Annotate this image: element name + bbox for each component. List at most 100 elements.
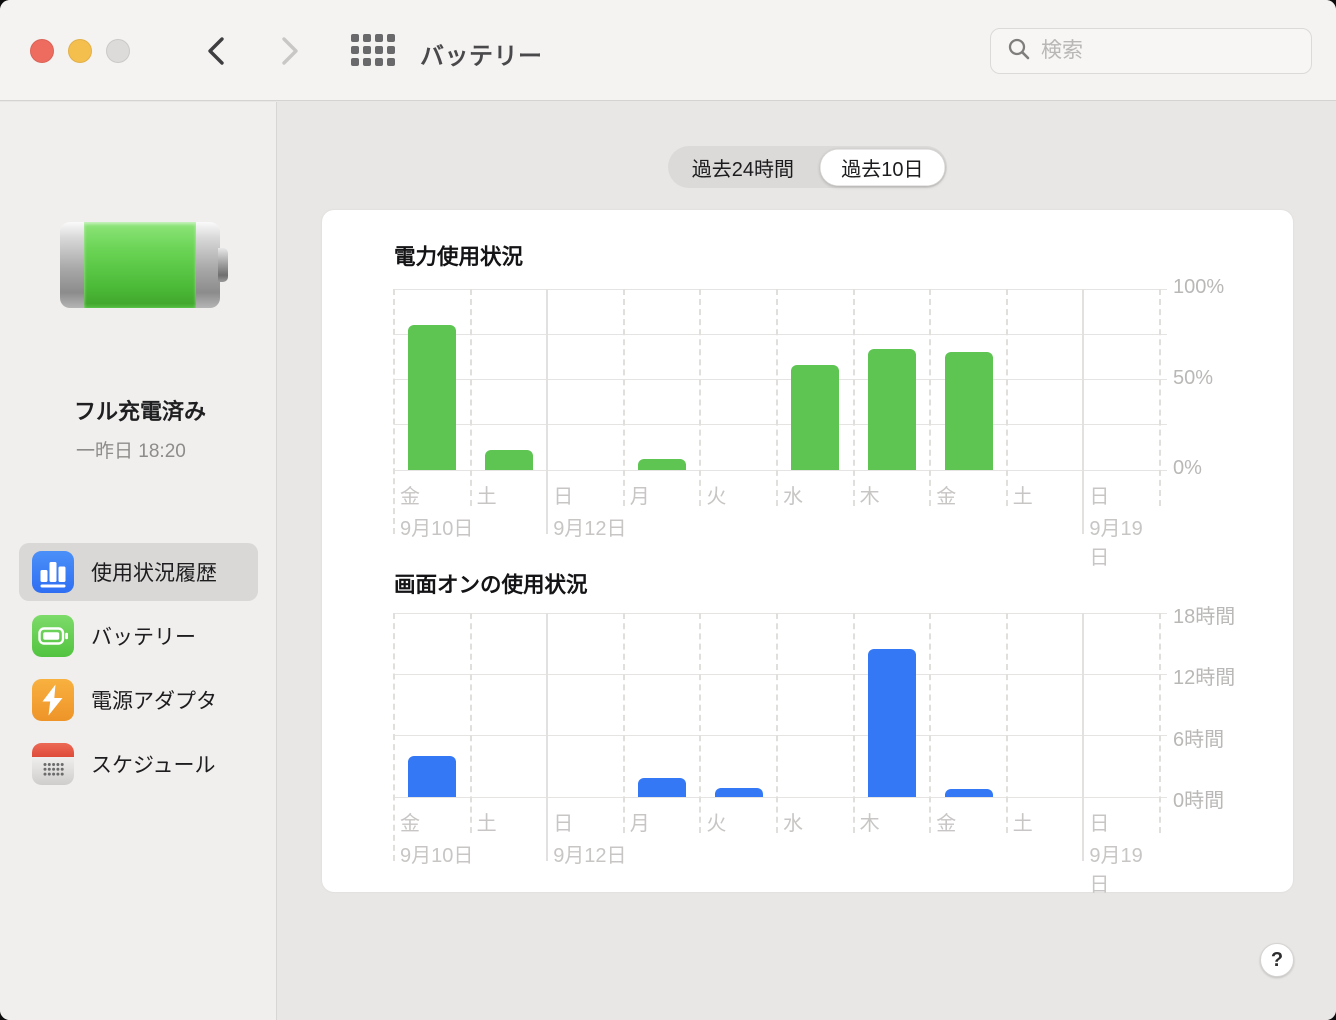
schedule-icon bbox=[32, 743, 74, 785]
v-gridline bbox=[929, 613, 931, 833]
app-grid-icon bbox=[351, 54, 395, 69]
sidebar-item-label: 電源アダプタ bbox=[91, 685, 217, 715]
bar bbox=[638, 459, 686, 470]
toolbar: バッテリー bbox=[0, 0, 1336, 101]
bar bbox=[868, 349, 916, 470]
v-gridline bbox=[393, 613, 395, 861]
sidebar-item-schedule[interactable]: スケジュール bbox=[19, 735, 258, 793]
x-axis-date-label: 9月19日 bbox=[1089, 512, 1160, 570]
main-content: 過去24時間 過去10日 電力使用状況 金土日月火水木金土日9月10日9月12日… bbox=[278, 102, 1336, 1020]
v-gridline bbox=[929, 289, 931, 506]
x-axis-label: 火 bbox=[706, 807, 726, 836]
v-gridline bbox=[546, 289, 548, 534]
v-gridline bbox=[699, 289, 701, 506]
h-gridline bbox=[394, 424, 1167, 425]
x-axis-label: 金 bbox=[400, 480, 420, 509]
search-field[interactable] bbox=[990, 28, 1312, 74]
screen-on-usage-chart-title: 画面オンの使用状況 bbox=[394, 568, 588, 599]
usage-history-icon bbox=[32, 551, 74, 593]
x-axis-date-label: 9月12日 bbox=[553, 839, 626, 868]
forward-button[interactable] bbox=[274, 35, 306, 67]
sidebar: フル充電済み 一昨日 18:20 使用状況履歴 bbox=[0, 102, 277, 1020]
h-gridline bbox=[394, 289, 1167, 290]
sidebar-item-label: バッテリー bbox=[91, 621, 196, 651]
y-axis-label: 0% bbox=[1173, 457, 1283, 480]
h-gridline bbox=[394, 797, 1167, 798]
v-gridline bbox=[623, 613, 625, 833]
v-gridline bbox=[1006, 613, 1008, 833]
sidebar-item-label: スケジュール bbox=[91, 749, 216, 779]
v-gridline bbox=[853, 613, 855, 833]
x-axis-label: 土 bbox=[1013, 480, 1033, 509]
x-axis-date-label: 9月12日 bbox=[553, 512, 626, 541]
sidebar-menu: 使用状況履歴 バッテリー bbox=[19, 543, 258, 799]
bar bbox=[868, 649, 916, 797]
x-axis-label: 土 bbox=[1013, 807, 1033, 836]
v-gridline bbox=[470, 613, 472, 833]
v-gridline bbox=[776, 613, 778, 833]
bar bbox=[408, 325, 456, 470]
x-axis-label: 日 bbox=[1089, 807, 1109, 836]
sidebar-item-battery[interactable]: バッテリー bbox=[19, 607, 258, 665]
x-axis-label: 水 bbox=[783, 807, 803, 836]
x-axis-label: 月 bbox=[630, 807, 650, 836]
zoom-button bbox=[106, 39, 130, 63]
x-axis-label: 木 bbox=[860, 807, 880, 836]
v-gridline bbox=[853, 289, 855, 506]
back-button[interactable] bbox=[200, 35, 232, 67]
v-gridline bbox=[393, 289, 395, 534]
x-axis-label: 土 bbox=[477, 480, 497, 509]
window-title: バッテリー bbox=[420, 36, 543, 71]
tab-last-10-days[interactable]: 過去10日 bbox=[820, 149, 945, 186]
tab-last-24-hours[interactable]: 過去24時間 bbox=[668, 146, 818, 188]
minimize-button[interactable] bbox=[68, 39, 92, 63]
bar bbox=[638, 778, 686, 797]
y-axis-label: 100% bbox=[1173, 276, 1283, 299]
h-gridline bbox=[394, 379, 1167, 380]
x-axis-label: 水 bbox=[783, 480, 803, 509]
v-gridline bbox=[1159, 613, 1161, 833]
bar bbox=[945, 352, 993, 470]
y-axis-label: 0時間 bbox=[1173, 784, 1283, 813]
x-axis-label: 土 bbox=[477, 807, 497, 836]
battery-status-title: フル充電済み bbox=[74, 394, 206, 426]
traffic-lights bbox=[30, 39, 130, 63]
x-axis-label: 日 bbox=[1089, 480, 1109, 509]
y-axis-label: 50% bbox=[1173, 367, 1283, 390]
y-axis-label: 18時間 bbox=[1173, 600, 1283, 629]
y-axis-label: 12時間 bbox=[1173, 661, 1283, 690]
v-gridline bbox=[699, 613, 701, 833]
x-axis-label: 金 bbox=[936, 807, 956, 836]
bar bbox=[408, 756, 456, 797]
x-axis-label: 月 bbox=[630, 480, 650, 509]
sidebar-item-usage-history[interactable]: 使用状況履歴 bbox=[19, 543, 258, 601]
v-gridline bbox=[1159, 289, 1161, 506]
h-gridline bbox=[394, 674, 1167, 675]
battery-preferences-window: バッテリー フル充電済み 一昨日 18:20 bbox=[0, 0, 1336, 1020]
v-gridline bbox=[546, 613, 548, 861]
battery-illustration bbox=[60, 222, 228, 308]
bar bbox=[715, 788, 763, 797]
v-gridline bbox=[623, 289, 625, 506]
bar bbox=[791, 365, 839, 470]
y-axis-label: 6時間 bbox=[1173, 723, 1283, 752]
close-button[interactable] bbox=[30, 39, 54, 63]
v-gridline bbox=[1082, 613, 1084, 861]
search-input[interactable] bbox=[1041, 39, 1312, 63]
h-gridline bbox=[394, 613, 1167, 614]
v-gridline bbox=[776, 289, 778, 506]
h-gridline bbox=[394, 735, 1167, 736]
power-usage-chart: 金土日月火水木金土日9月10日9月12日9月19日0%50%100% bbox=[394, 289, 1160, 470]
x-axis-label: 日 bbox=[553, 807, 573, 836]
sidebar-item-power-adapter[interactable]: 電源アダプタ bbox=[19, 671, 258, 729]
screen-on-usage-chart: 金土日月火水木金土日9月10日9月12日9月19日0時間6時間12時間18時間 bbox=[394, 613, 1160, 797]
show-all-button[interactable] bbox=[350, 33, 396, 69]
search-icon bbox=[1003, 37, 1031, 66]
v-gridline bbox=[1082, 289, 1084, 534]
help-button[interactable]: ? bbox=[1260, 943, 1294, 977]
x-axis-date-label: 9月19日 bbox=[1089, 839, 1160, 897]
time-range-segmented-control: 過去24時間 過去10日 bbox=[668, 146, 947, 188]
v-gridline bbox=[1006, 289, 1008, 506]
x-axis-label: 金 bbox=[936, 480, 956, 509]
x-axis-label: 火 bbox=[706, 480, 726, 509]
